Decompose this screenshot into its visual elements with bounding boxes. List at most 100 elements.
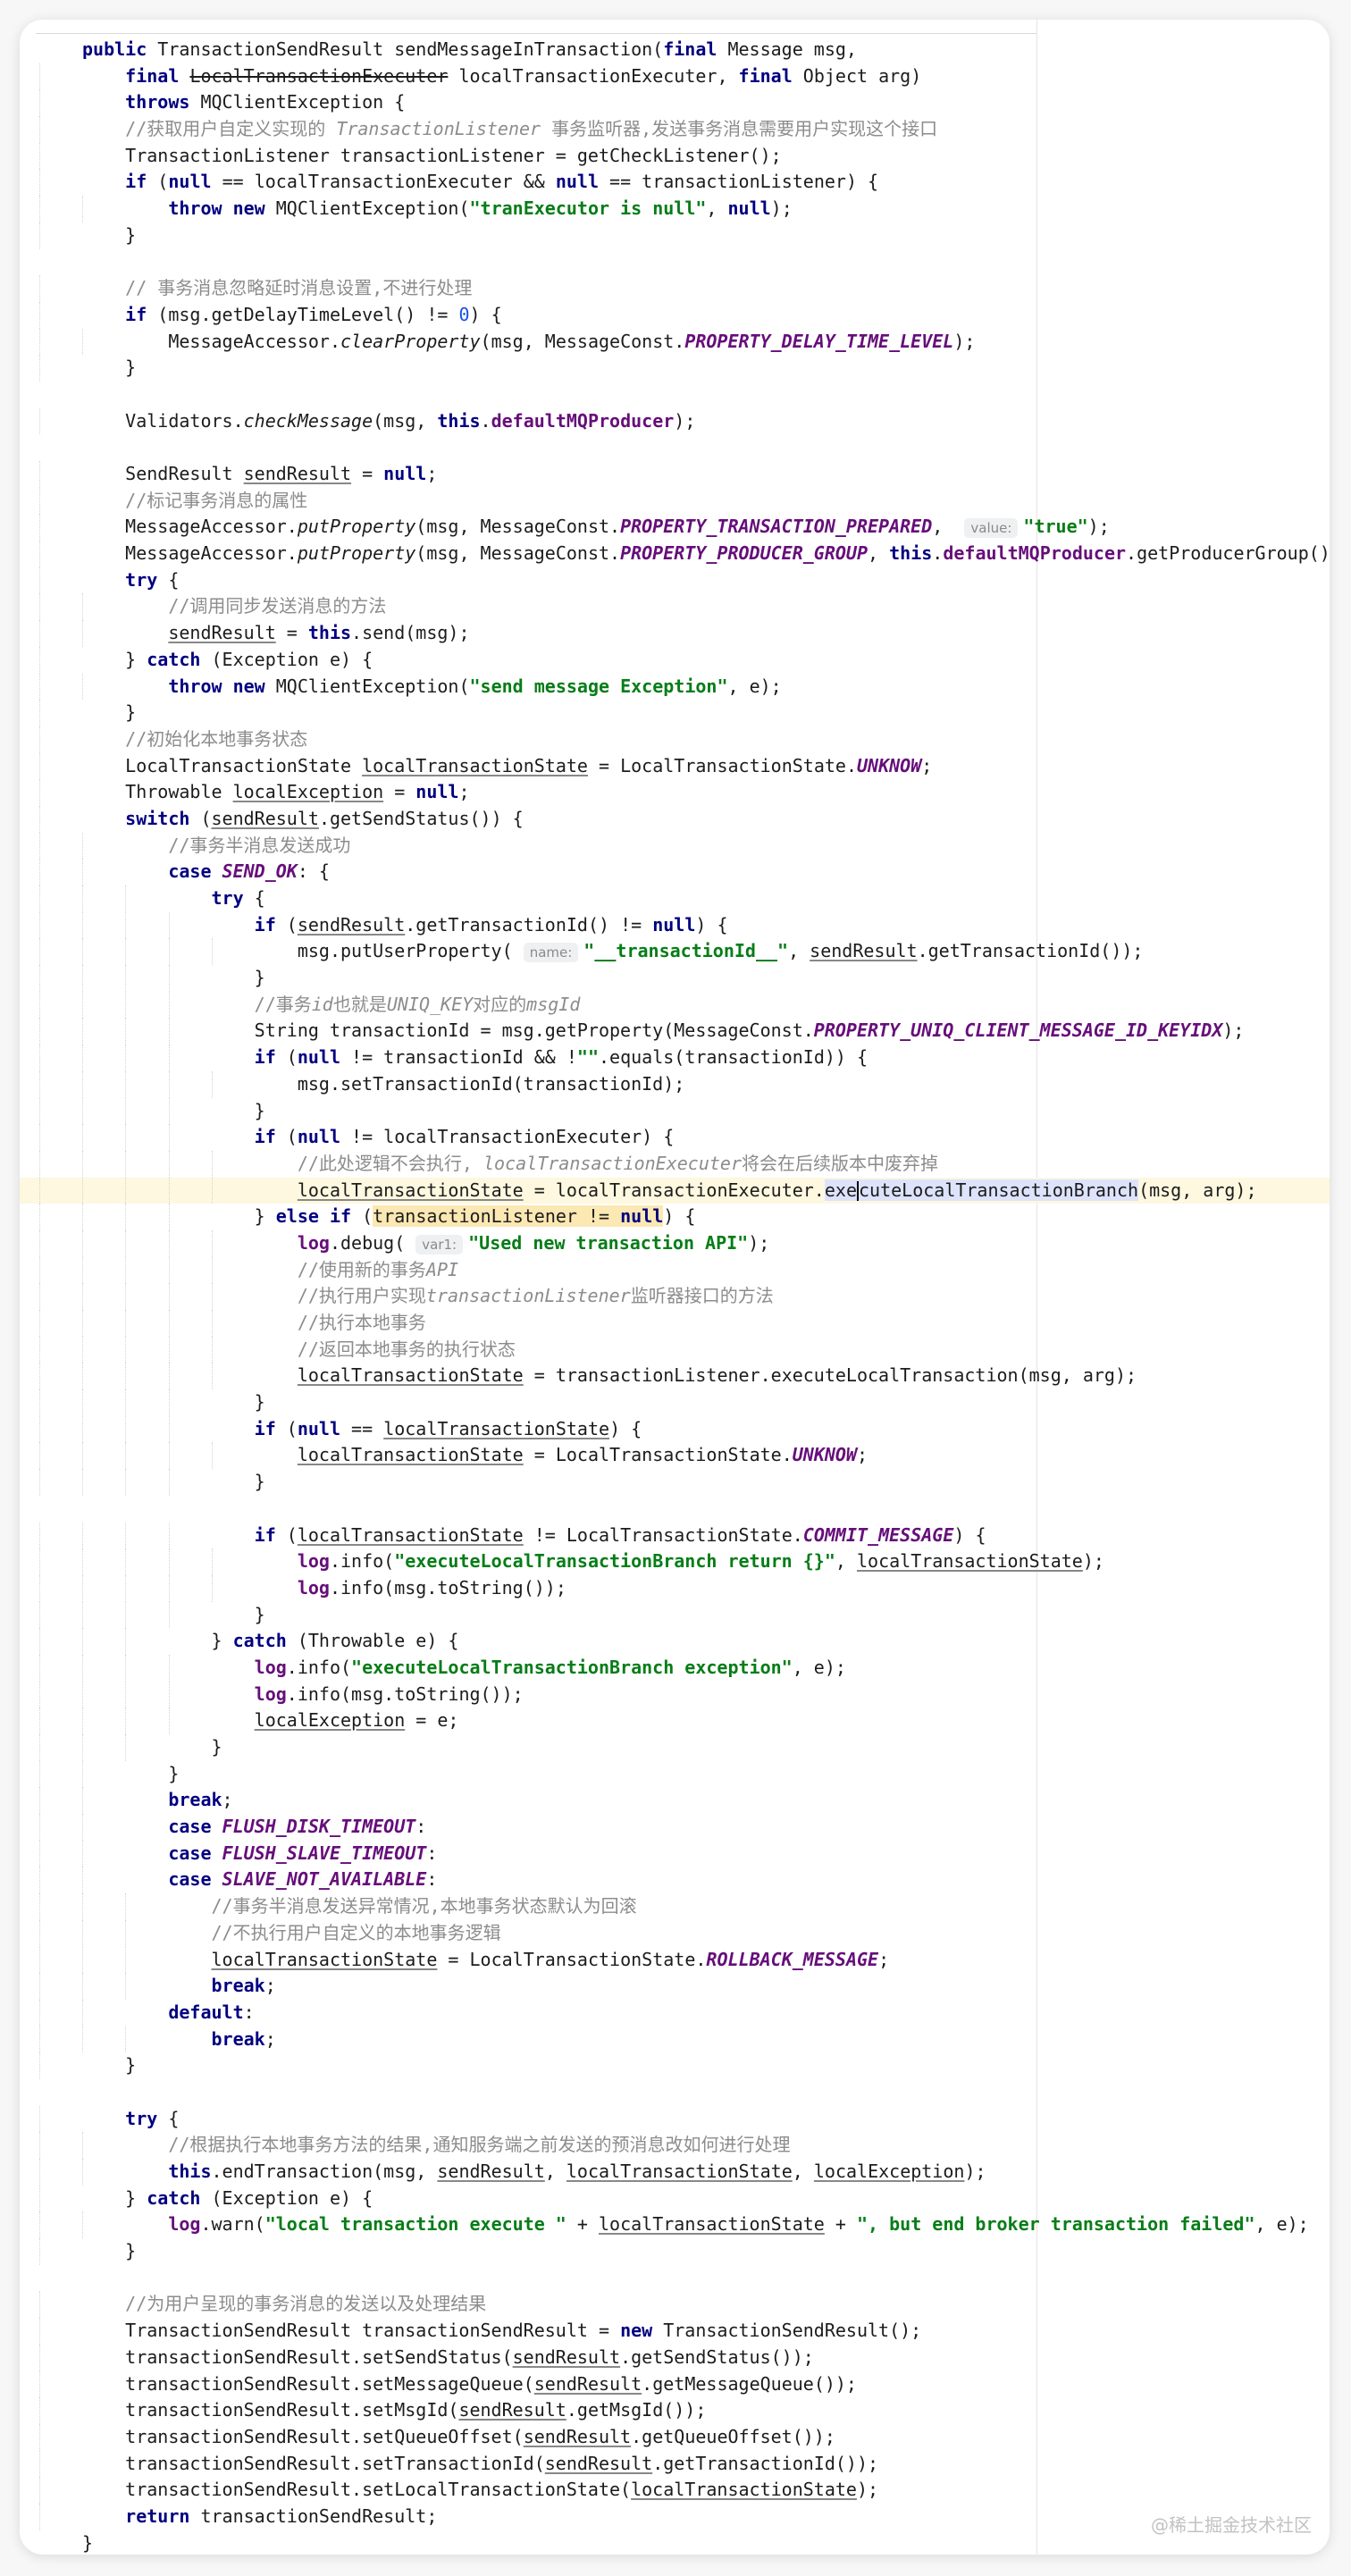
- code-line[interactable]: }: [20, 1097, 1330, 1125]
- code-line[interactable]: case FLUSH_SLAVE_TIMEOUT:: [20, 1840, 1330, 1867]
- code-line[interactable]: transactionSendResult.setMsgId(sendResul…: [20, 2397, 1330, 2424]
- code-line[interactable]: try {: [20, 2105, 1330, 2133]
- code-line[interactable]: [20, 434, 1330, 461]
- code-line[interactable]: }: [20, 1469, 1330, 1496]
- code-line[interactable]: // 事务消息忽略延时消息设置,不进行处理: [20, 275, 1330, 302]
- code-line[interactable]: if (null != localTransactionExecuter) {: [20, 1124, 1330, 1151]
- code-line[interactable]: break;: [20, 1973, 1330, 2000]
- code-line[interactable]: if (localTransactionState != LocalTransa…: [20, 1522, 1330, 1549]
- code-line[interactable]: transactionSendResult.setMessageQueue(se…: [20, 2370, 1330, 2398]
- code-line[interactable]: if (null == localTransactionState) {: [20, 1415, 1330, 1443]
- code-line[interactable]: if (sendResult.getTransactionId() != nul…: [20, 911, 1330, 939]
- code-line[interactable]: return transactionSendResult;: [20, 2503, 1330, 2530]
- code-line[interactable]: throws MQClientException {: [20, 89, 1330, 117]
- code-line[interactable]: transactionSendResult.setQueueOffset(sen…: [20, 2423, 1330, 2451]
- code-line[interactable]: switch (sendResult.getSendStatus()) {: [20, 805, 1330, 833]
- code-line[interactable]: default:: [20, 1999, 1330, 2026]
- code-line[interactable]: try {: [20, 885, 1330, 912]
- code-line[interactable]: log.info("executeLocalTransactionBranch …: [20, 1548, 1330, 1575]
- code-line[interactable]: log.warn("local transaction execute " + …: [20, 2211, 1330, 2239]
- code-line[interactable]: }: [20, 222, 1330, 249]
- code-line[interactable]: //事务半消息发送异常情况,本地事务状态默认为回滚: [20, 1893, 1330, 1920]
- code-line[interactable]: //获取用户自定义实现的 TransactionListener 事务监听器,发…: [20, 116, 1330, 143]
- code-line[interactable]: //返回本地事务的执行状态: [20, 1336, 1330, 1364]
- code-line[interactable]: MessageAccessor.clearProperty(msg, Messa…: [20, 328, 1330, 356]
- code-line[interactable]: transactionSendResult.setLocalTransactio…: [20, 2477, 1330, 2504]
- code-line[interactable]: TransactionSendResult transactionSendRes…: [20, 2318, 1330, 2345]
- code-line[interactable]: //调用同步发送消息的方法: [20, 593, 1330, 621]
- code-line[interactable]: //事务id也就是UNIQ_KEY对应的msgId: [20, 991, 1330, 1019]
- code-line[interactable]: //为用户呈现的事务消息的发送以及处理结果: [20, 2291, 1330, 2319]
- code-line[interactable]: }: [20, 700, 1330, 726]
- code-line[interactable]: //事务半消息发送成功: [20, 832, 1330, 860]
- code-line[interactable]: if (null == localTransactionExecuter && …: [20, 169, 1330, 197]
- code-line[interactable]: this.endTransaction(msg, sendResult, loc…: [20, 2159, 1330, 2186]
- code-line[interactable]: case FLUSH_DISK_TIMEOUT:: [20, 1814, 1330, 1841]
- code-line[interactable]: }: [20, 1734, 1330, 1761]
- code-line[interactable]: }: [20, 1760, 1330, 1788]
- code-line-text: if (null == localTransactionState) {: [254, 1417, 642, 1439]
- code-line[interactable]: [20, 2265, 1330, 2292]
- code-line[interactable]: //根据执行本地事务方法的结果,通知服务端之前发送的预消息改如何进行处理: [20, 2132, 1330, 2159]
- code-line[interactable]: }: [20, 2052, 1330, 2079]
- code-editor[interactable]: public TransactionSendResult sendMessage…: [20, 20, 1330, 2555]
- code-line[interactable]: }: [20, 1601, 1330, 1629]
- code-line[interactable]: }: [20, 355, 1330, 382]
- code-line[interactable]: //执行本地事务: [20, 1310, 1330, 1337]
- code-line[interactable]: //使用新的事务API: [20, 1256, 1330, 1284]
- code-line[interactable]: log.info(msg.toString());: [20, 1681, 1330, 1708]
- code-line[interactable]: LocalTransactionState localTransactionSt…: [20, 752, 1330, 780]
- code-line[interactable]: break;: [20, 2026, 1330, 2053]
- code-line[interactable]: if (null != transactionId && !"".equals(…: [20, 1045, 1330, 1071]
- code-line[interactable]: sendResult = this.send(msg);: [20, 620, 1330, 647]
- code-area[interactable]: public TransactionSendResult sendMessage…: [20, 37, 1330, 2555]
- code-line[interactable]: [20, 382, 1330, 408]
- code-line[interactable]: throw new MQClientException("send messag…: [20, 673, 1330, 701]
- code-line[interactable]: localTransactionState = LocalTransaction…: [20, 1946, 1330, 1974]
- code-line[interactable]: log.info(msg.toString());: [20, 1574, 1330, 1602]
- code-line[interactable]: //不执行用户自定义的本地事务逻辑: [20, 1919, 1330, 1947]
- code-line[interactable]: } catch (Exception e) {: [20, 2185, 1330, 2212]
- code-line[interactable]: localException = e;: [20, 1708, 1330, 1734]
- code-line[interactable]: if (msg.getDelayTimeLevel() != 0) {: [20, 301, 1330, 329]
- code-line[interactable]: localTransactionState = transactionListe…: [20, 1363, 1330, 1390]
- code-line[interactable]: localTransactionState = localTransaction…: [20, 1177, 1330, 1204]
- code-line[interactable]: Throwable localException = null;: [20, 779, 1330, 806]
- code-line[interactable]: case SLAVE_NOT_AVAILABLE:: [20, 1867, 1330, 1894]
- code-line[interactable]: //初始化本地事务状态: [20, 726, 1330, 753]
- code-line[interactable]: public TransactionSendResult sendMessage…: [20, 37, 1330, 63]
- code-line[interactable]: [20, 2079, 1330, 2106]
- code-line[interactable]: MessageAccessor.putProperty(msg, Message…: [20, 514, 1330, 541]
- code-line[interactable]: }: [20, 965, 1330, 992]
- code-line[interactable]: } catch (Throwable e) {: [20, 1628, 1330, 1655]
- code-line[interactable]: }: [20, 2530, 1330, 2555]
- code-line[interactable]: log.debug( var1: "Used new transaction AP…: [20, 1229, 1330, 1257]
- code-line[interactable]: //此处逻辑不会执行, localTransactionExecuter将会在后…: [20, 1150, 1330, 1178]
- code-line[interactable]: [20, 1496, 1330, 1523]
- code-line[interactable]: msg.setTransactionId(transactionId);: [20, 1070, 1330, 1098]
- code-line[interactable]: String transactionId = msg.getProperty(M…: [20, 1018, 1330, 1045]
- code-line[interactable]: transactionSendResult.setSendStatus(send…: [20, 2344, 1330, 2371]
- code-line[interactable]: } catch (Exception e) {: [20, 646, 1330, 674]
- code-line[interactable]: }: [20, 1389, 1330, 1416]
- code-line[interactable]: //执行用户实现transactionListener监听器接口的方法: [20, 1283, 1330, 1310]
- code-line[interactable]: Validators.checkMessage(msg, this.defaul…: [20, 407, 1330, 435]
- code-line[interactable]: log.info("executeLocalTransactionBranch …: [20, 1654, 1330, 1682]
- code-line[interactable]: [20, 249, 1330, 276]
- code-line[interactable]: TransactionListener transactionListener …: [20, 142, 1330, 170]
- code-line[interactable]: SendResult sendResult = null;: [20, 461, 1330, 488]
- code-line[interactable]: MessageAccessor.putProperty(msg, Message…: [20, 541, 1330, 567]
- code-line[interactable]: }: [20, 2238, 1330, 2265]
- code-line-text: this.endTransaction(msg, sendResult, loc…: [168, 2161, 986, 2182]
- code-line[interactable]: throw new MQClientException("tranExecuto…: [20, 196, 1330, 222]
- code-line[interactable]: //标记事务消息的属性: [20, 487, 1330, 515]
- code-line[interactable]: transactionSendResult.setTransactionId(s…: [20, 2450, 1330, 2478]
- code-line-text: }: [82, 1736, 222, 1758]
- code-line[interactable]: try {: [20, 566, 1330, 594]
- code-line[interactable]: break;: [20, 1787, 1330, 1815]
- code-line[interactable]: } else if (transactionListener != null) …: [20, 1204, 1330, 1230]
- code-line[interactable]: msg.putUserProperty( name: "__transaction…: [20, 938, 1330, 966]
- code-line[interactable]: localTransactionState = LocalTransaction…: [20, 1442, 1330, 1470]
- code-line[interactable]: final LocalTransactionExecuter localTran…: [20, 63, 1330, 90]
- code-line[interactable]: case SEND_OK: {: [20, 859, 1330, 885]
